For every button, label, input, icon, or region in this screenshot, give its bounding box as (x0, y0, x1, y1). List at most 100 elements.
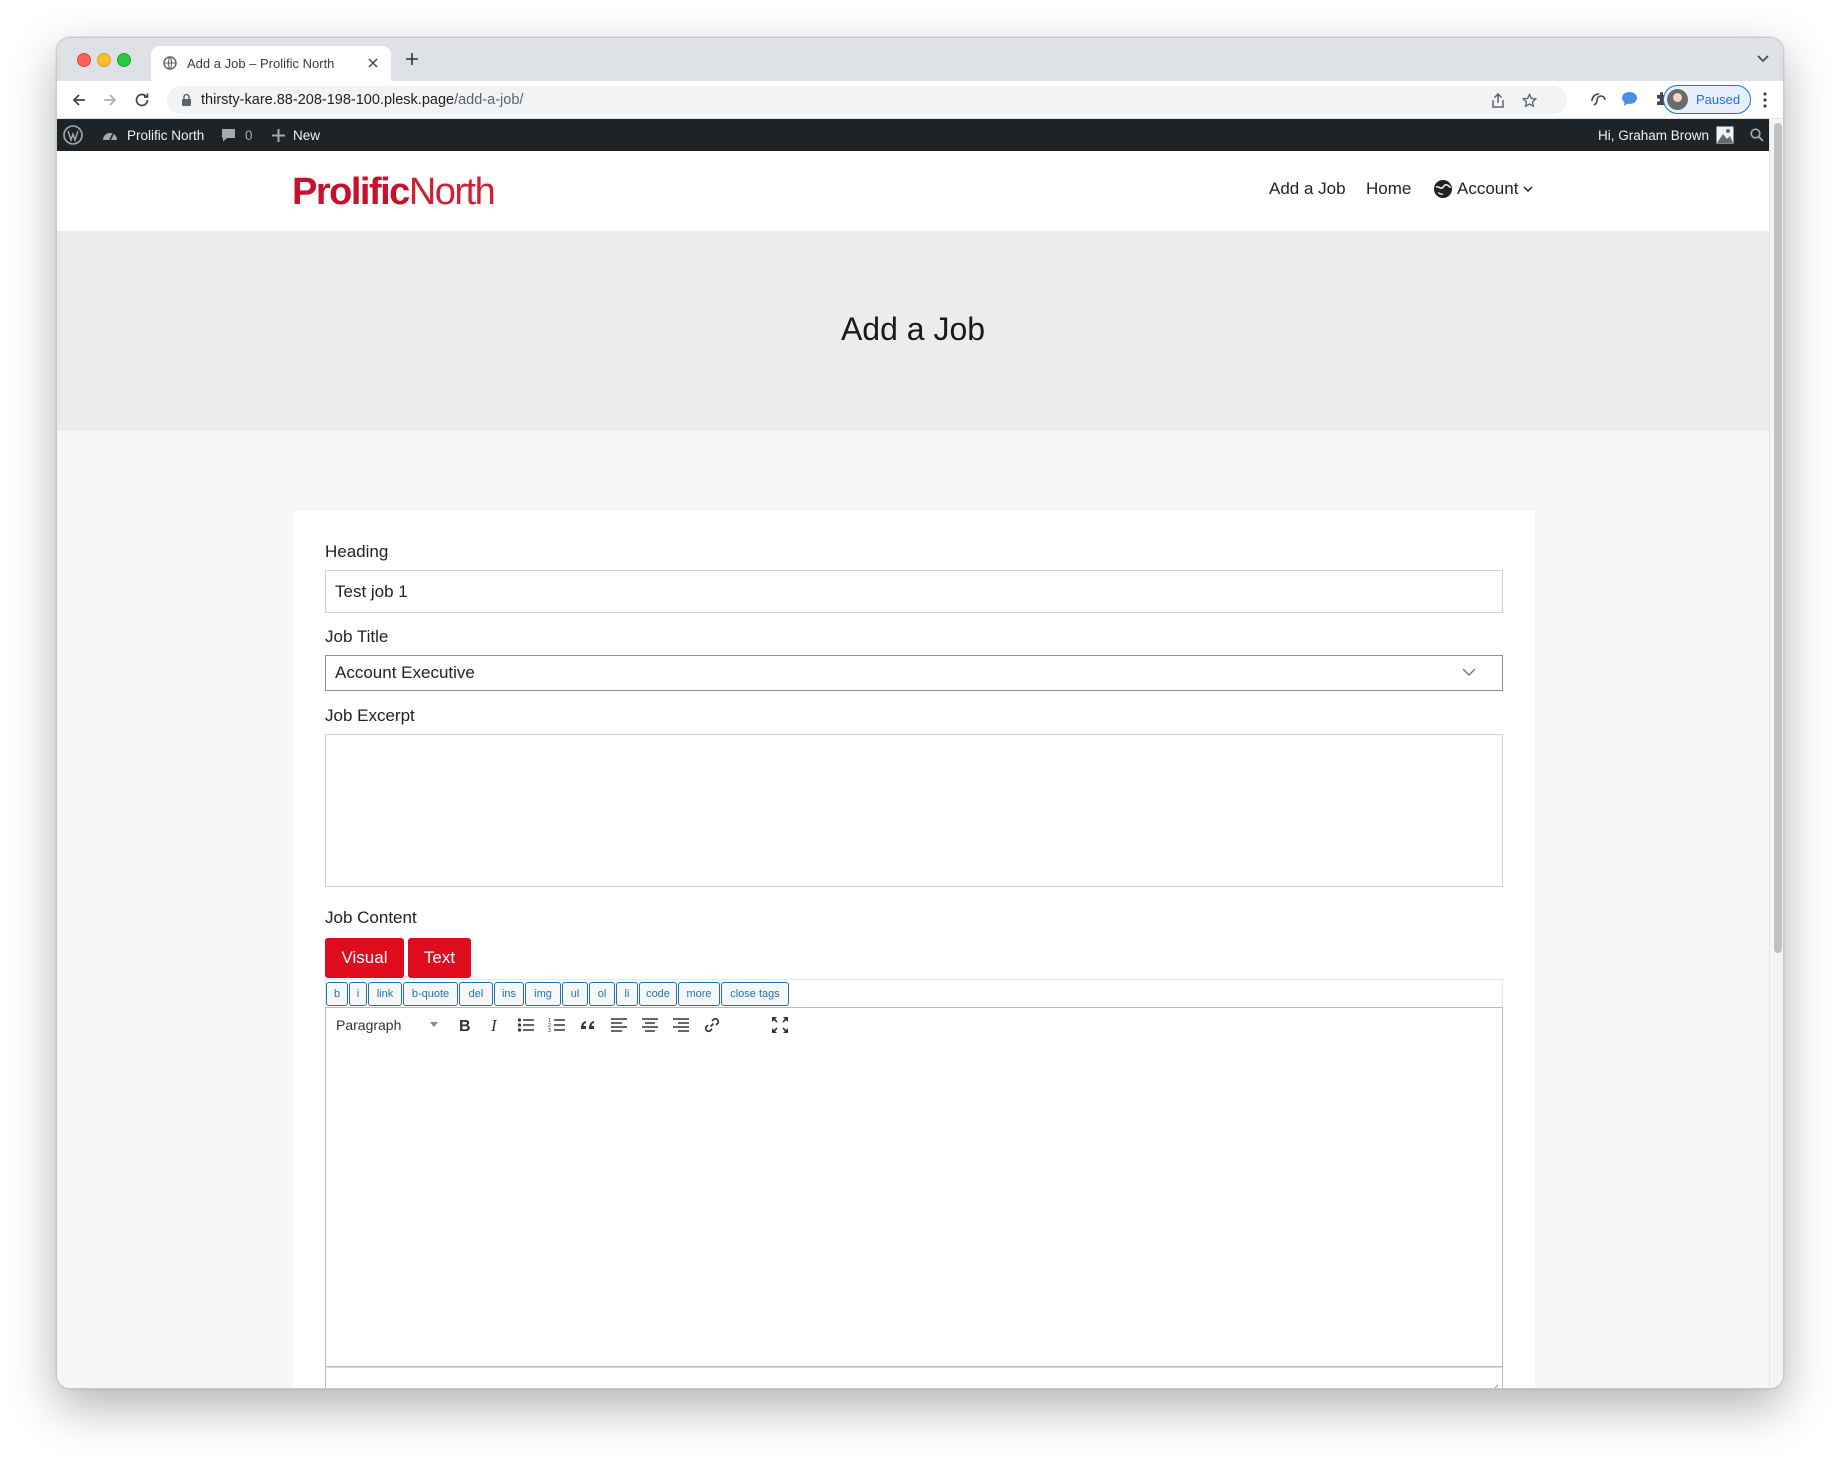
editor-toolbar: Paragraph B I 123 (325, 1007, 1503, 1043)
forward-arrow-icon[interactable] (102, 92, 118, 108)
quicktag-close-tags-button[interactable]: close tags (721, 982, 789, 1006)
quicktag-ol-button[interactable]: ol (589, 982, 615, 1006)
browser-toolbar: thirsty-kare.88-208-198-100.plesk.page/a… (57, 81, 1783, 119)
quicktag-code-button[interactable]: code (639, 982, 677, 1006)
nav-account-label: Account (1457, 179, 1519, 198)
new-tab-icon[interactable] (405, 52, 419, 66)
web-page: ProlificNorth Add a Job Home Account Add… (57, 151, 1769, 1388)
new-label: New (293, 127, 321, 143)
quicktag-li-button[interactable]: li (616, 982, 638, 1006)
close-window-button[interactable] (77, 53, 91, 67)
bold-icon[interactable]: B (455, 1016, 473, 1034)
globe-icon (163, 56, 177, 70)
editor-status-bar (325, 1367, 1503, 1388)
quicktag-ul-button[interactable]: ul (562, 982, 588, 1006)
quicktag-i-button[interactable]: i (349, 982, 367, 1006)
site-logo[interactable]: ProlificNorth (292, 171, 496, 214)
logo-word-north: North (408, 171, 496, 213)
nav-account[interactable]: Account (1433, 179, 1533, 199)
listen-extension-icon[interactable] (1590, 91, 1607, 108)
page-title: Add a Job (840, 311, 986, 347)
blockquote-icon[interactable] (579, 1016, 597, 1034)
admin-site-name: Prolific North (127, 127, 205, 143)
bookmark-star-icon[interactable] (1522, 93, 1537, 108)
minimize-window-button[interactable] (97, 53, 111, 67)
wordpress-logo-icon[interactable] (63, 119, 83, 151)
job-title-selected-value: Account Executive (335, 663, 475, 682)
italic-icon[interactable]: I (486, 1016, 504, 1034)
heading-input[interactable]: Test job 1 (325, 570, 1503, 613)
svg-text:B: B (459, 1018, 471, 1034)
heading-label: Heading (325, 542, 389, 561)
add-job-form: Heading Test job 1 Job Title Account Exe… (293, 511, 1535, 1388)
page-hero: Add a Job (57, 231, 1769, 431)
reload-icon[interactable] (134, 92, 150, 108)
comment-bubble-icon (221, 128, 236, 143)
url-host: thirsty-kare.88-208-198-100.plesk.page (201, 92, 455, 108)
job-content-label: Job Content (325, 908, 417, 927)
nav-add-a-job[interactable]: Add a Job (1269, 179, 1346, 199)
browser-menu-kebab-icon[interactable] (1763, 92, 1767, 108)
chevron-down-icon (1462, 668, 1476, 676)
close-tab-icon[interactable] (367, 57, 379, 69)
logo-word-prolific: Prolific (292, 171, 410, 213)
quicktags-toolbar: b i link b-quote del ins img ul ol li co… (325, 979, 1503, 1006)
nav-home[interactable]: Home (1366, 179, 1411, 199)
svg-text:3: 3 (548, 1028, 551, 1034)
tab-search-chevron-icon[interactable] (1757, 55, 1769, 63)
admin-search-icon[interactable] (1750, 119, 1764, 151)
quicktag-del-button[interactable]: del (459, 982, 493, 1006)
quicktag-link-button[interactable]: link (368, 982, 402, 1006)
job-excerpt-label: Job Excerpt (325, 706, 415, 725)
insert-link-icon[interactable] (703, 1016, 721, 1034)
admin-greeting: Hi, Graham Brown (1598, 127, 1710, 143)
quicktag-b-button[interactable]: b (326, 982, 348, 1006)
align-left-icon[interactable] (610, 1016, 628, 1034)
admin-site-link[interactable]: Prolific North (101, 119, 204, 151)
zoom-window-button[interactable] (117, 53, 131, 67)
quicktag-img-button[interactable]: img (525, 982, 561, 1006)
visual-tab-button[interactable]: Visual (325, 938, 404, 978)
job-title-select[interactable]: Account Executive (325, 655, 1503, 691)
comments-count: 0 (245, 127, 253, 143)
align-center-icon[interactable] (641, 1016, 659, 1034)
align-right-icon[interactable] (672, 1016, 690, 1034)
numbered-list-icon[interactable]: 123 (548, 1016, 566, 1034)
tab-title: Add a Job – Prolific North (187, 56, 335, 71)
content-editor-area[interactable] (325, 1042, 1503, 1367)
job-title-label: Job Title (325, 627, 389, 646)
avatar (1667, 89, 1688, 110)
browser-window: Add a Job – Prolific North thirsty-kare.… (56, 37, 1784, 1389)
quicktag-b-quote-button[interactable]: b-quote (403, 982, 458, 1006)
fullscreen-icon[interactable] (771, 1016, 789, 1034)
scrollbar-thumb[interactable] (1774, 123, 1782, 953)
caret-down-icon[interactable] (430, 1022, 438, 1027)
bullet-list-icon[interactable] (517, 1016, 535, 1034)
format-select[interactable]: Paragraph (336, 1017, 401, 1033)
job-excerpt-textarea[interactable] (325, 734, 1503, 887)
lock-icon[interactable] (181, 93, 192, 107)
quicktag-ins-button[interactable]: ins (494, 982, 524, 1006)
admin-account-link[interactable]: Hi, Graham Brown (1598, 119, 1734, 151)
admin-new-link[interactable]: New (272, 119, 320, 151)
address-bar[interactable]: thirsty-kare.88-208-198-100.plesk.page/a… (167, 86, 1567, 114)
quicktag-more-button[interactable]: more (678, 982, 720, 1006)
text-tab-button[interactable]: Text (408, 938, 471, 978)
page-scrollbar[interactable] (1769, 119, 1783, 1388)
plus-icon (272, 128, 285, 142)
wp-admin-bar: Prolific North 0 New Hi, Graham Brown (57, 119, 1769, 151)
back-arrow-icon[interactable] (71, 92, 87, 108)
url-text: thirsty-kare.88-208-198-100.plesk.page/a… (201, 92, 523, 108)
site-header: ProlificNorth Add a Job Home Account (57, 151, 1769, 231)
dashboard-gauge-icon (101, 127, 119, 143)
tab-strip: Add a Job – Prolific North (57, 38, 1783, 81)
admin-avatar (1716, 126, 1734, 144)
resize-grip-icon[interactable] (1490, 1384, 1499, 1388)
share-icon[interactable] (1491, 93, 1505, 108)
chat-bubble-extension-icon[interactable] (1621, 91, 1638, 107)
admin-comments-link[interactable]: 0 (221, 119, 253, 151)
profile-status-label: Paused (1696, 92, 1741, 107)
browser-tab-active[interactable]: Add a Job – Prolific North (151, 46, 391, 81)
profile-button[interactable]: Paused (1663, 85, 1751, 114)
url-path: /add-a-job/ (454, 92, 524, 108)
